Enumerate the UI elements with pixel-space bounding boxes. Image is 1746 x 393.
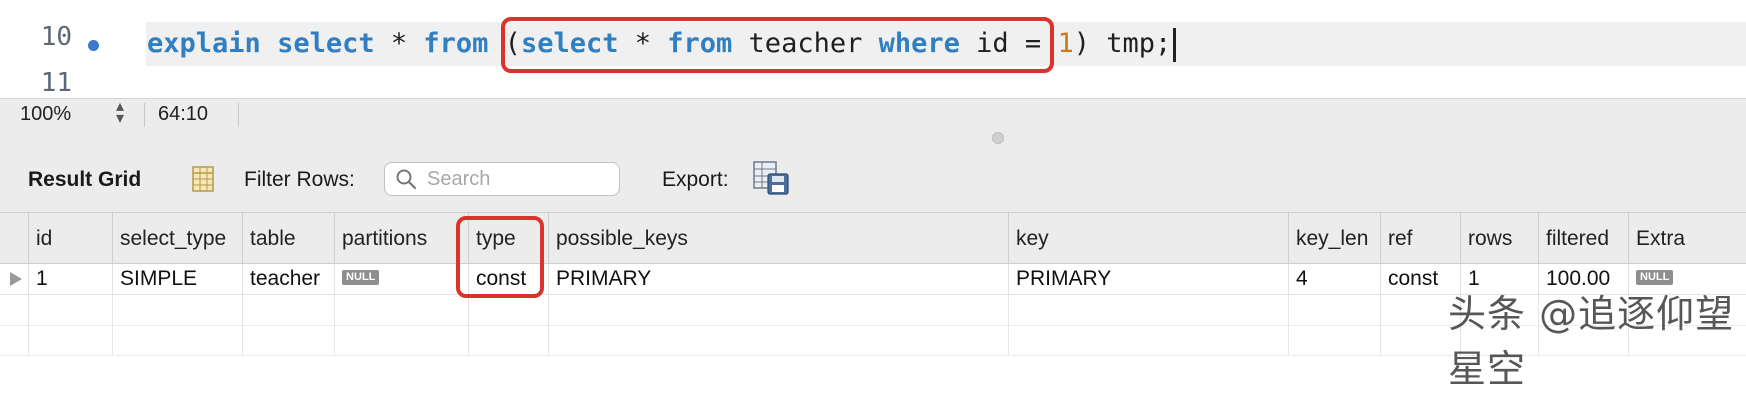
type-column-highlight-box (456, 216, 544, 298)
column-divider (28, 295, 29, 355)
grid-header: id select_type table partitions type possible… (0, 213, 1746, 264)
column-divider (1288, 295, 1289, 355)
editor-status-bar: 100% ▴ ▾ 64:10 (0, 98, 1746, 132)
column-header-partitions[interactable]: partitions (334, 213, 468, 263)
code-token: select (277, 28, 375, 59)
column-header-extra[interactable]: Extra (1628, 213, 1746, 263)
row-arrow-icon (10, 272, 22, 286)
zoom-level[interactable]: 100% (20, 103, 71, 126)
splitter-handle[interactable] (992, 132, 1004, 144)
export-icon[interactable] (752, 160, 790, 196)
code-token: * (374, 28, 424, 59)
text-caret (1173, 27, 1177, 62)
table-cell[interactable]: PRIMARY (1008, 264, 1288, 294)
table-cell[interactable]: SIMPLE (112, 264, 242, 294)
table-cell[interactable]: NULL (334, 264, 468, 294)
result-grid-tab[interactable]: Result Grid (28, 168, 141, 192)
code-token: 1 (1057, 28, 1074, 59)
cursor-position: 64:10 (158, 103, 209, 125)
column-divider (1008, 295, 1009, 355)
column-header-table[interactable]: table (242, 213, 334, 263)
grid-view-icon[interactable] (192, 166, 214, 192)
table-cell[interactable]: PRIMARY (548, 264, 1008, 294)
column-divider (548, 295, 549, 355)
search-icon (396, 169, 417, 190)
column-header-ref[interactable]: ref (1380, 213, 1460, 263)
search-placeholder: Search (427, 168, 491, 190)
sql-editor[interactable]: 9 10 11 explain select * from (select * … (0, 0, 1746, 100)
subquery-highlight-box (501, 17, 1054, 73)
column-header-possible-keys[interactable]: possible_keys (548, 213, 1008, 263)
code-token: ) tmp; (1073, 28, 1172, 59)
filter-rows-label: Filter Rows: (244, 168, 355, 191)
table-cell[interactable]: 1 (28, 264, 112, 294)
column-header-id[interactable]: id (28, 213, 112, 263)
column-header-filtered[interactable]: filtered (1538, 213, 1628, 263)
line-number: 10 (40, 22, 72, 52)
column-header-rows[interactable]: rows (1460, 213, 1538, 263)
status-divider (238, 103, 239, 127)
line-number: 11 (40, 68, 72, 98)
code-token: from (423, 28, 489, 59)
status-divider (144, 103, 145, 127)
column-divider (1380, 295, 1381, 355)
column-divider (334, 295, 335, 355)
watermark: 头条 @追逐仰望星空 (1448, 292, 1735, 391)
filter-rows-search-input[interactable]: Search (384, 162, 620, 196)
stepper-icon[interactable]: ▴ ▾ (110, 99, 130, 127)
column-divider (112, 295, 113, 355)
null-badge: NULL (342, 269, 380, 285)
column-header-key-len[interactable]: key_len (1288, 213, 1380, 263)
line-number: 9 (0, 0, 72, 4)
column-header-select-type[interactable]: select_type (112, 213, 242, 263)
column-divider (242, 295, 243, 355)
table-cell[interactable]: teacher (242, 264, 334, 294)
code-token: explain (147, 28, 261, 59)
export-label: Export: (662, 168, 729, 191)
statement-marker-dot[interactable] (88, 40, 99, 51)
column-divider (468, 295, 469, 355)
table-cell[interactable]: 4 (1288, 264, 1380, 294)
column-header-key[interactable]: key (1008, 213, 1288, 263)
